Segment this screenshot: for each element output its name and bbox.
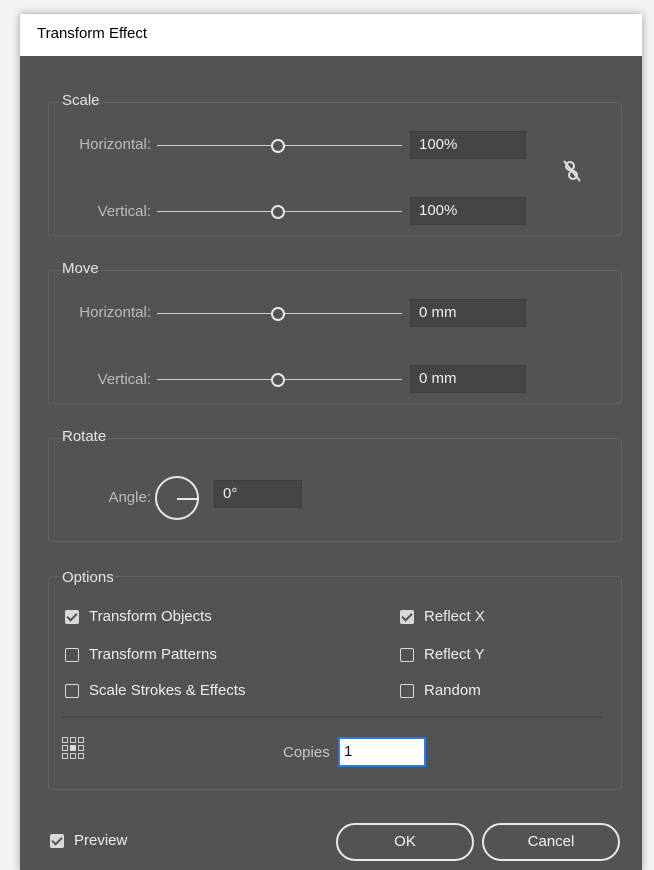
ref-point-tc[interactable] <box>70 737 76 743</box>
ref-point-tl[interactable] <box>62 737 68 743</box>
scale-strokes-effects-checkbox[interactable]: Scale Strokes & Effects <box>65 682 305 702</box>
preview-checkbox[interactable]: Preview <box>50 832 160 852</box>
transform-patterns-label: Transform Patterns <box>89 646 217 663</box>
ref-point-ml[interactable] <box>62 745 68 751</box>
random-checkbox[interactable]: Random <box>400 682 520 702</box>
reflect-x-label: Reflect X <box>424 608 485 625</box>
move-vertical-input[interactable]: 0 mm <box>410 365 526 393</box>
transform-objects-check[interactable] <box>65 610 79 624</box>
ref-point-br[interactable] <box>78 753 84 759</box>
options-divider <box>62 716 602 718</box>
options-group-title: Options <box>62 569 114 586</box>
copies-label: Copies <box>283 744 330 761</box>
angle-dial[interactable] <box>155 476 199 520</box>
move-horizontal-label: Horizontal: <box>79 304 151 321</box>
move-vertical-label: Vertical: <box>97 371 151 388</box>
move-horizontal-slider-thumb[interactable] <box>271 307 285 321</box>
scale-vertical-input[interactable]: 100% <box>410 197 526 225</box>
angle-input[interactable]: 0° <box>214 480 302 508</box>
copies-input[interactable]: 1 <box>338 737 426 767</box>
move-horizontal-input[interactable]: 0 mm <box>410 299 526 327</box>
reflect-x-check[interactable] <box>400 610 414 624</box>
scale-horizontal-input[interactable]: 100% <box>410 131 526 159</box>
move-group-title: Move <box>62 260 99 277</box>
angle-dial-needle <box>177 498 199 500</box>
random-check[interactable] <box>400 684 414 698</box>
dialog-title: Transform Effect <box>37 25 148 42</box>
reflect-y-label: Reflect Y <box>424 646 485 663</box>
reflect-y-check[interactable] <box>400 648 414 662</box>
rotate-group-title: Rotate <box>62 428 107 445</box>
reflect-y-checkbox[interactable]: Reflect Y <box>400 646 520 666</box>
transform-objects-label: Transform Objects <box>89 608 212 625</box>
unlink-proportions-icon[interactable] <box>561 159 583 183</box>
ok-button[interactable]: OK <box>336 823 474 861</box>
transform-effect-dialog: Transform Effect Scale Horizontal: 100% … <box>20 14 642 870</box>
preview-label: Preview <box>74 832 128 849</box>
scale-horizontal-label: Horizontal: <box>79 136 151 153</box>
transform-patterns-checkbox[interactable]: Transform Patterns <box>65 646 285 666</box>
title-bar[interactable]: Transform Effect <box>20 14 642 56</box>
transform-patterns-check[interactable] <box>65 648 79 662</box>
ref-point-tr[interactable] <box>78 737 84 743</box>
preview-check[interactable] <box>50 834 64 848</box>
random-label: Random <box>424 682 481 699</box>
reference-point-grid-icon[interactable] <box>62 737 90 765</box>
move-vertical-slider-thumb[interactable] <box>271 373 285 387</box>
scale-strokes-effects-check[interactable] <box>65 684 79 698</box>
ref-point-center[interactable] <box>70 745 76 751</box>
scale-vertical-slider-thumb[interactable] <box>271 205 285 219</box>
scale-vertical-label: Vertical: <box>97 203 151 220</box>
ref-point-mr[interactable] <box>78 745 84 751</box>
ref-point-bc[interactable] <box>70 753 76 759</box>
reflect-x-checkbox[interactable]: Reflect X <box>400 608 520 628</box>
scale-horizontal-slider-thumb[interactable] <box>271 139 285 153</box>
transform-objects-checkbox[interactable]: Transform Objects <box>65 608 285 628</box>
scale-group-title: Scale <box>62 92 100 109</box>
ref-point-bl[interactable] <box>62 753 68 759</box>
angle-label: Angle: <box>108 489 151 506</box>
scale-strokes-effects-label: Scale Strokes & Effects <box>89 682 246 699</box>
cancel-button[interactable]: Cancel <box>482 823 620 861</box>
